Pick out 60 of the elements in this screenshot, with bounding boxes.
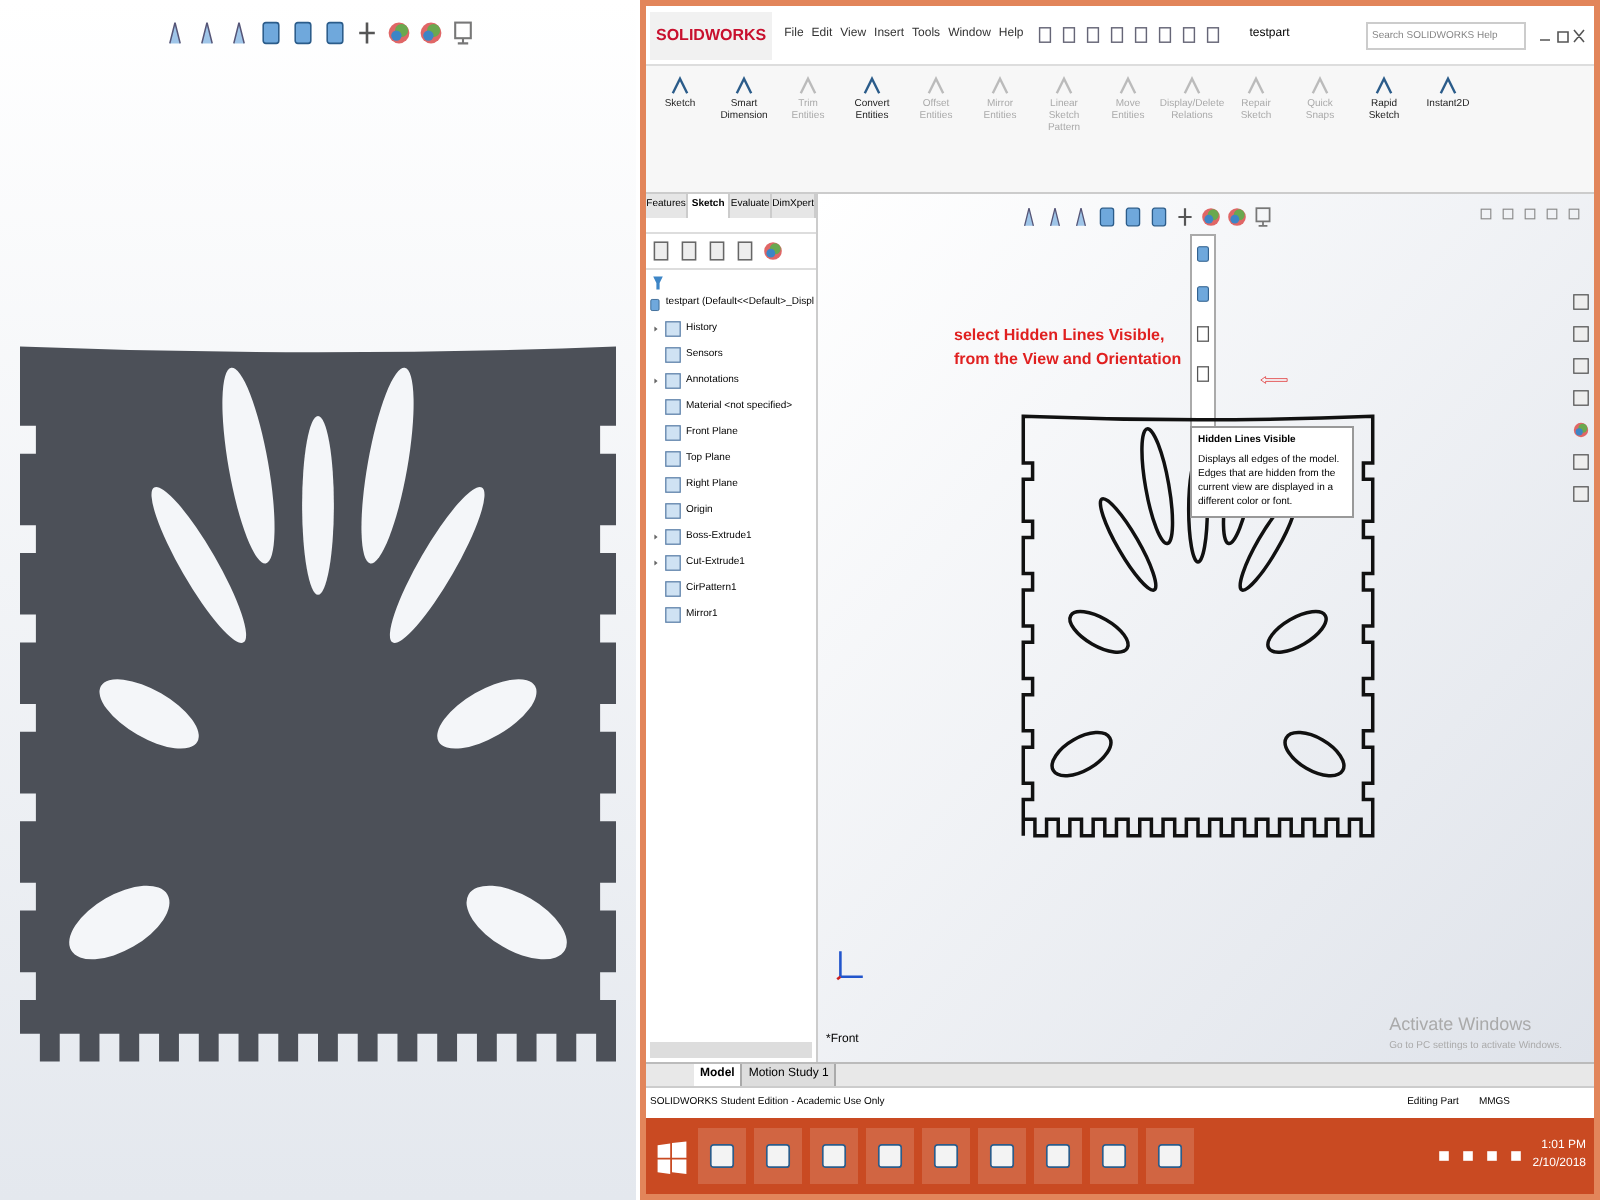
- tile-icon[interactable]: [1478, 206, 1494, 222]
- options-icon[interactable]: [1203, 24, 1222, 46]
- app-icon[interactable]: [988, 1142, 1016, 1170]
- tool-icon[interactable]: [1436, 74, 1460, 98]
- browser-icon[interactable]: [820, 1142, 848, 1170]
- taskbar-button[interactable]: [810, 1128, 858, 1184]
- browser-icon[interactable]: [932, 1142, 960, 1170]
- windows-start-icon[interactable]: [654, 1138, 690, 1174]
- zoom-icon[interactable]: [1044, 206, 1066, 228]
- configuration-icon[interactable]: [706, 240, 728, 262]
- save-icon[interactable]: [1083, 24, 1102, 46]
- rebuild-icon[interactable]: [1179, 24, 1198, 46]
- shaded-icon[interactable]: [1194, 284, 1212, 304]
- undo-icon[interactable]: [1131, 24, 1150, 46]
- shaded-edges-icon[interactable]: [1194, 244, 1212, 264]
- crosshair-icon[interactable]: [734, 240, 756, 262]
- home-icon[interactable]: [1572, 290, 1590, 314]
- property-icon[interactable]: [678, 240, 700, 262]
- cube-icon[interactable]: [321, 20, 347, 46]
- cube-icon[interactable]: [1148, 206, 1170, 228]
- part-icon[interactable]: [648, 295, 662, 313]
- new-document-icon[interactable]: [1035, 24, 1054, 46]
- monitor-icon[interactable]: [449, 20, 475, 46]
- tool-icon[interactable]: [732, 74, 756, 98]
- taskbar-button[interactable]: [1146, 1128, 1194, 1184]
- tool-icon[interactable]: [668, 74, 692, 98]
- print-icon[interactable]: [1107, 24, 1126, 46]
- appearance-icon[interactable]: [385, 20, 411, 46]
- section-icon[interactable]: [289, 20, 315, 46]
- taskbar-button[interactable]: [978, 1128, 1026, 1184]
- app-icon[interactable]: [876, 1142, 904, 1170]
- appearance-icon[interactable]: [1200, 206, 1222, 228]
- taskbar-button[interactable]: [698, 1128, 746, 1184]
- select-icon[interactable]: [1155, 24, 1174, 46]
- annotation-text: select Hidden Lines Visible,: [954, 324, 1167, 348]
- open-icon[interactable]: [1059, 24, 1078, 46]
- appearance-icon[interactable]: [762, 240, 784, 262]
- scene-icon[interactable]: [1226, 206, 1248, 228]
- app-icon[interactable]: [1156, 1142, 1184, 1170]
- section-icon[interactable]: [1122, 206, 1144, 228]
- tool-icon[interactable]: [860, 74, 884, 98]
- hidden-lines-visible-icon[interactable]: [1194, 364, 1212, 384]
- taskbar-button[interactable]: [754, 1128, 802, 1184]
- taskbar-button[interactable]: [922, 1128, 970, 1184]
- window-controls-icon[interactable]: [1538, 27, 1586, 43]
- tile-icon[interactable]: [1500, 206, 1516, 222]
- zoom-icon[interactable]: [1018, 206, 1040, 228]
- taskbar-button[interactable]: [866, 1128, 914, 1184]
- filter-icon[interactable]: [650, 274, 666, 292]
- scrollbar[interactable]: [650, 1042, 812, 1058]
- feature-tree-icon[interactable]: [650, 240, 672, 262]
- taskbar-button[interactable]: [1090, 1128, 1138, 1184]
- monitor-icon[interactable]: [1252, 206, 1274, 228]
- activation-title: Activate Windows: [1389, 1012, 1534, 1038]
- scene-icon[interactable]: [417, 20, 443, 46]
- taskbar-button[interactable]: [1034, 1128, 1082, 1184]
- appearance-icon[interactable]: [1572, 418, 1590, 442]
- tool-icon[interactable]: [1372, 74, 1396, 98]
- annotation-text: from the View and Orientation: [954, 348, 1182, 372]
- app-logo: SOLIDWORKS: [650, 11, 773, 59]
